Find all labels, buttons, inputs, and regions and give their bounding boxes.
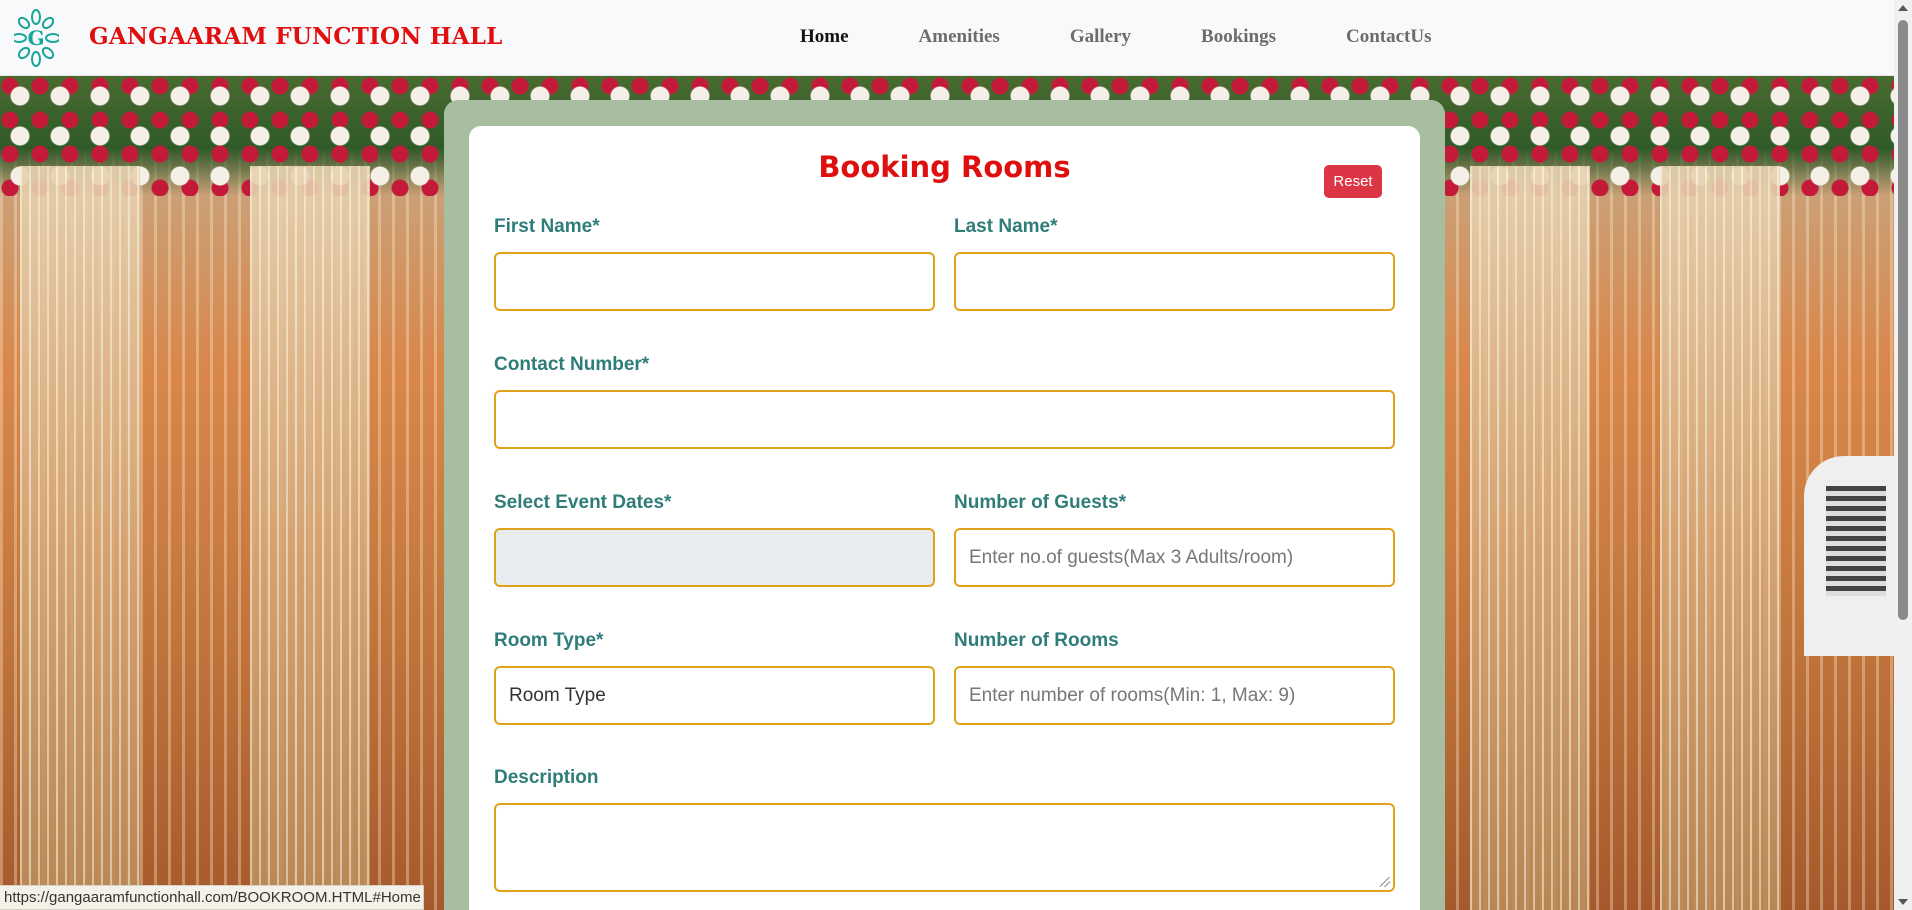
resize-grip-icon[interactable] xyxy=(1380,877,1390,887)
first-name-input[interactable] xyxy=(494,252,935,311)
booking-form: Booking Rooms Reset First Name* Last Nam… xyxy=(469,126,1420,910)
last-name-label: Last Name* xyxy=(954,216,1058,237)
rooms-input[interactable]: Enter number of rooms(Min: 1, Max: 9) xyxy=(954,666,1395,725)
event-dates-input[interactable] xyxy=(494,528,935,587)
scroll-down-icon[interactable] xyxy=(1898,899,1908,905)
scroll-up-icon[interactable] xyxy=(1898,5,1908,11)
nav-gallery[interactable]: Gallery xyxy=(1070,26,1131,48)
top-navbar: G GANGAARAM FUNCTION HALL Home Amenities… xyxy=(0,0,1894,76)
main-nav: Home Amenities Gallery Bookings ContactU… xyxy=(800,26,1502,48)
nav-contactus[interactable]: ContactUs xyxy=(1346,26,1432,48)
status-bar-url: https://gangaaramfunctionhall.com/BOOKRO… xyxy=(0,885,424,910)
nav-home[interactable]: Home xyxy=(800,26,849,48)
gangaaram-logo-icon[interactable]: G xyxy=(14,9,59,67)
scroll-thumb[interactable] xyxy=(1898,20,1908,620)
guests-label: Number of Guests* xyxy=(954,492,1127,513)
room-type-label: Room Type* xyxy=(494,630,604,651)
decor-pillar xyxy=(1660,166,1780,910)
air-cooler xyxy=(1804,456,1894,656)
brand-title[interactable]: GANGAARAM FUNCTION HALL xyxy=(89,23,502,50)
decor-pillar xyxy=(250,166,370,910)
decor-pillar xyxy=(1470,166,1590,910)
guests-input[interactable]: Enter no.of guests(Max 3 Adults/room) xyxy=(954,528,1395,587)
page-scrollbar[interactable] xyxy=(1894,0,1912,910)
contact-number-label: Contact Number* xyxy=(494,354,650,375)
reset-button[interactable]: Reset xyxy=(1324,165,1382,198)
nav-bookings[interactable]: Bookings xyxy=(1201,26,1276,48)
room-type-select[interactable]: Room Type xyxy=(494,666,935,725)
event-dates-label: Select Event Dates* xyxy=(494,492,672,513)
description-label: Description xyxy=(494,767,599,788)
rooms-label: Number of Rooms xyxy=(954,630,1119,651)
svg-text:G: G xyxy=(27,26,44,50)
form-title: Booking Rooms xyxy=(818,150,1071,184)
nav-amenities[interactable]: Amenities xyxy=(919,26,1000,48)
description-textarea[interactable] xyxy=(494,803,1395,892)
first-name-label: First Name* xyxy=(494,216,600,237)
last-name-input[interactable] xyxy=(954,252,1395,311)
decor-pillar xyxy=(20,166,140,910)
contact-number-input[interactable] xyxy=(494,390,1395,449)
